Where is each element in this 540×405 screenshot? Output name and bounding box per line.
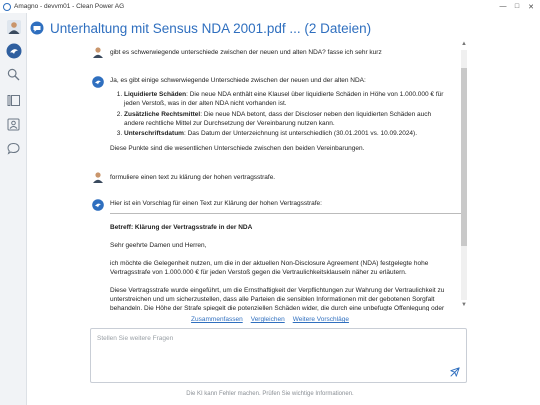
ai-message-content: Ja, es gibt einige schwerwiegende Unters… <box>110 76 452 153</box>
ai-message: Ja, es gibt einige schwerwiegende Unters… <box>92 76 452 153</box>
ai-message: Hier ist ein Vorschlag für einen Text zu… <box>92 199 464 311</box>
sidebar <box>0 13 27 405</box>
window-titlebar: Amagno - devvm01 - Clean Power AG — □ ✕ <box>0 0 540 13</box>
question-input[interactable] <box>97 335 437 365</box>
letter-paragraph: Diese Vertragsstrafe wurde eingeführt, u… <box>110 287 445 311</box>
user-message-text: formuliere einen text zu klärung der hoh… <box>110 174 276 181</box>
close-icon[interactable]: ✕ <box>524 0 538 13</box>
send-icon[interactable] <box>450 367 460 377</box>
window-title: Amagno - devvm01 - Clean Power AG <box>14 3 125 10</box>
suggestion-compare[interactable]: Vergleichen <box>251 316 285 323</box>
ai-message-intro: Ja, es gibt einige schwerwiegende Unters… <box>110 77 366 84</box>
search-icon <box>7 68 20 81</box>
sidebar-item-chat[interactable] <box>4 139 23 158</box>
suggestion-links: Zusammenfassen Vergleichen Weitere Vorsc… <box>0 316 540 323</box>
scroll-down-icon[interactable]: ▼ <box>460 301 468 309</box>
scroll-up-icon[interactable]: ▲ <box>460 40 468 48</box>
letter-subject: Betreff: Klärung der Vertragsstrafe in d… <box>110 224 253 231</box>
user-avatar-icon <box>6 19 21 34</box>
page-title: Unterhaltung mit Sensus NDA 2001.pdf ...… <box>50 20 372 36</box>
ai-message-content: Hier ist ein Vorschlag für einen Text zu… <box>110 199 464 311</box>
sidebar-item-ai[interactable] <box>4 41 23 60</box>
scrollbar-thumb[interactable] <box>461 68 467 246</box>
chat-history: gibt es schwerwiegende unterschiede zwis… <box>27 43 470 311</box>
user-avatar-icon <box>93 172 103 183</box>
app-logo-icon <box>3 2 11 11</box>
window-controls: — □ ✕ <box>496 0 538 13</box>
conversation-header: Unterhaltung mit Sensus NDA 2001.pdf ...… <box>27 13 540 43</box>
letter-greeting: Sehr geehrte Damen und Herren, <box>110 242 207 249</box>
sidebar-user-avatar[interactable] <box>4 17 23 36</box>
contact-card-icon <box>7 118 20 131</box>
user-message-text: gibt es schwerwiegende unterschiede zwis… <box>110 49 382 56</box>
divider <box>110 213 464 214</box>
user-avatar-icon <box>93 47 103 58</box>
differences-list: Liquidierte Schäden: Die neue NDA enthäl… <box>110 90 452 138</box>
list-item: Liquidierte Schäden: Die neue NDA enthäl… <box>124 90 452 108</box>
ai-message-intro: Hier ist ein Vorschlag für einen Text zu… <box>110 200 322 207</box>
suggestion-more[interactable]: Weitere Vorschläge <box>293 316 349 323</box>
ai-disclaimer: Die KI kann Fehler machen. Prüfen Sie wi… <box>186 391 354 397</box>
maximize-icon[interactable]: □ <box>510 0 524 13</box>
question-input-box[interactable] <box>90 328 467 383</box>
list-item: Zusätzliche Rechtsmittel: Die neue NDA b… <box>124 110 452 128</box>
letter-paragraph: ich möchte die Gelegenheit nutzen, um di… <box>110 260 429 276</box>
conversation-icon <box>30 21 44 35</box>
ai-assistant-icon <box>92 199 104 211</box>
ai-message-outro: Diese Punkte sind die wesentlichen Unter… <box>110 145 365 152</box>
sidebar-item-search[interactable] <box>4 65 23 84</box>
ai-assistant-icon <box>92 76 104 88</box>
user-message: gibt es schwerwiegende unterschiede zwis… <box>92 46 452 58</box>
user-message: formuliere einen text zu klärung der hoh… <box>92 171 452 183</box>
list-item: Unterschriftsdatum: Das Datum der Unterz… <box>124 129 452 138</box>
library-icon <box>7 95 20 106</box>
ai-assistant-icon <box>6 43 21 58</box>
chat-scrollbar[interactable]: ▲ ▼ <box>460 40 468 310</box>
sidebar-item-contacts[interactable] <box>4 115 23 134</box>
sidebar-item-library[interactable] <box>4 91 23 110</box>
minimize-icon[interactable]: — <box>496 0 510 13</box>
letter-draft: Betreff: Klärung der Vertragsstrafe in d… <box>110 223 464 311</box>
suggestion-summarize[interactable]: Zusammenfassen <box>191 316 243 323</box>
chat-bubble-icon <box>7 142 20 155</box>
